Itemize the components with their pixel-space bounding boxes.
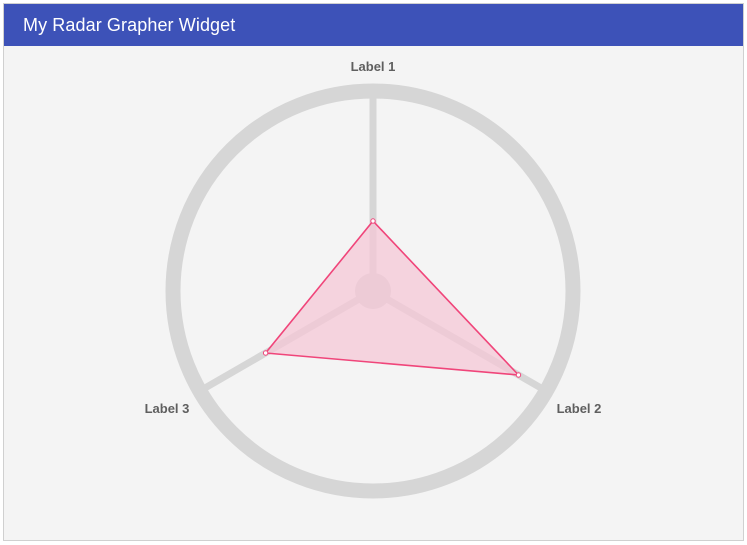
widget-header: My Radar Grapher Widget [4, 4, 743, 46]
axis-label-1: Label 1 [351, 59, 396, 74]
radar-series-1-area [264, 219, 521, 376]
axis-label-3: Label 3 [145, 401, 190, 416]
radar-chart: Label 1 Label 2 Label 3 [4, 46, 743, 540]
axis-label-2: Label 2 [557, 401, 602, 416]
radar-point-2 [515, 372, 522, 378]
radar-widget: My Radar Grapher Widget Label 1 Label 2 La… [3, 3, 744, 541]
widget-title: My Radar Grapher Widget [23, 14, 236, 35]
radar-chart-svg: Label 1 Label 2 Label 3 [145, 59, 602, 499]
radar-point-1 [370, 218, 376, 224]
radar-point-3 [262, 350, 269, 356]
